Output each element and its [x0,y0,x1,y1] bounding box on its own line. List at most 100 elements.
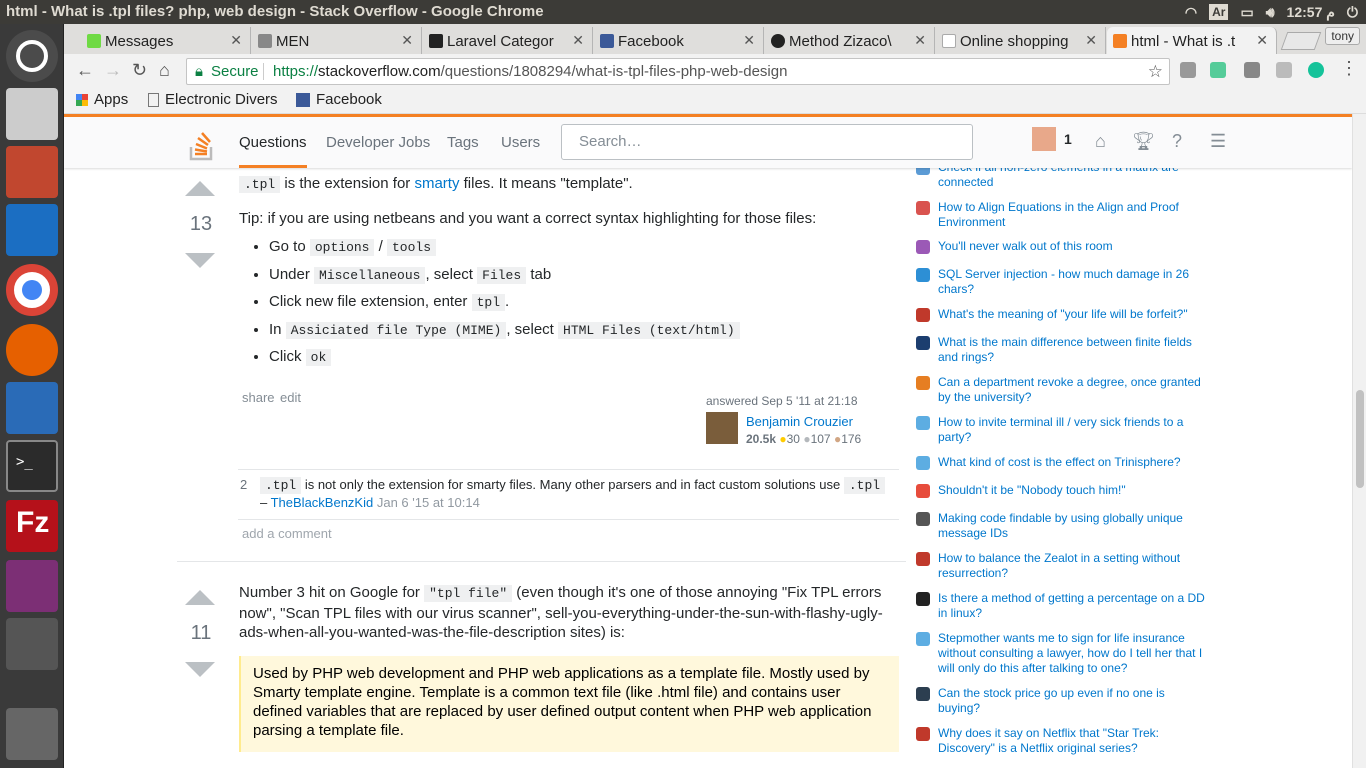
clock[interactable]: 12:57 م [1287,0,1335,24]
hot-question-link[interactable]: How to balance the Zealot in a setting w… [916,551,1208,581]
tab-online-shopping[interactable]: Online shopping ✕ [936,27,1106,54]
hot-question-link[interactable]: Is there a method of getting a percentag… [916,591,1208,621]
hot-question-link[interactable]: Shouldn't it be "Nobody touch him!" [916,483,1208,498]
hot-question-link[interactable]: You'll never walk out of this room [916,239,1208,254]
add-comment-link[interactable]: add a comment [242,526,332,541]
firefox-icon[interactable] [6,324,58,376]
close-tab-icon[interactable]: ✕ [914,32,926,49]
battery-icon[interactable]: ▭ [1240,0,1253,24]
extension-icon[interactable] [1244,62,1260,78]
close-tab-icon[interactable]: ✕ [1085,32,1097,49]
back-icon[interactable]: ← [76,60,94,81]
tab-laravel[interactable]: Laravel Categor ✕ [423,27,593,54]
tab-github[interactable]: Method Zizaco\ ✕ [765,27,935,54]
site-search-input[interactable]: Search… [561,124,973,160]
bookmark-facebook[interactable]: Facebook [296,91,382,108]
text: Go to [269,238,310,255]
url-text[interactable]: https://stackoverflow.com/questions/1808… [273,59,787,84]
vscode-icon[interactable] [6,204,58,256]
page-scrollbar[interactable] [1352,114,1366,768]
text: is not only the extension for smarty fil… [301,477,844,492]
inbox-icon[interactable]: ⌂ [1095,131,1106,152]
extension-icon[interactable] [1276,62,1292,78]
tab-men[interactable]: MEN ✕ [252,27,422,54]
avatar[interactable] [706,412,738,444]
bookmark-electronic[interactable]: Electronic Divers [148,91,284,108]
comment-author-link[interactable]: TheBlackBenzKid [271,495,374,510]
hot-question-link[interactable]: Stepmother wants me to sign for life ins… [916,631,1208,676]
upvote-button[interactable] [185,590,215,605]
home-icon[interactable]: ⌂ [159,60,170,81]
filezilla-icon[interactable]: Fz [6,500,58,552]
forward-icon[interactable]: → [104,60,122,81]
site-switcher-icon[interactable]: ☰ [1210,131,1226,152]
hot-question-link[interactable]: What's the meaning of "your life will be… [916,307,1208,322]
workspace-switcher-icon[interactable] [6,618,58,670]
answer-paragraph: Number 3 hit on Google for "tpl file" (e… [239,583,899,643]
hot-question-link[interactable]: Making code findable by using globally u… [916,511,1208,541]
downvote-button[interactable] [185,662,215,677]
close-tab-icon[interactable]: ✕ [230,32,242,49]
volume-icon[interactable]: 🔊︎ [1266,0,1275,24]
hot-question-link[interactable]: Can the stock price go up even if no one… [916,686,1208,716]
code-span: options [309,239,375,256]
nav-developer-jobs[interactable]: Developer Jobs [326,134,430,151]
help-icon[interactable]: ? [1172,131,1182,152]
url-host: stackoverflow.com [318,63,441,80]
tab-stackoverflow[interactable]: html - What is .t ✕ [1107,27,1277,54]
hot-question-title: How to balance the Zealot in a setting w… [938,551,1181,580]
new-tab-button[interactable] [1280,32,1322,50]
menu-icon[interactable]: ⋮ [1340,58,1358,79]
profile-button[interactable]: tony [1325,27,1360,45]
hot-question-link[interactable]: How to Align Equations in the Align and … [916,200,1208,230]
disk-drive-icon[interactable] [6,88,58,140]
achievements-icon[interactable]: 🏆︎ [1132,131,1155,152]
wifi-icon[interactable]: ◠ [1185,0,1197,24]
share-link[interactable]: share [242,390,275,405]
power-icon[interactable]: ⏻ [1347,0,1358,24]
scrollbar-thumb[interactable] [1356,390,1364,488]
user-name-link[interactable]: Benjamin Crouzier [746,414,853,429]
nav-users[interactable]: Users [501,134,540,151]
bookmark-star-icon[interactable]: ☆ [1148,59,1163,84]
file-manager-icon[interactable] [6,146,58,198]
close-tab-icon[interactable]: ✕ [401,32,413,49]
stackoverflow-logo-icon[interactable] [188,127,216,161]
reload-icon[interactable]: ↻ [132,60,147,81]
comment-score: 2 [240,477,248,492]
close-tab-icon[interactable]: ✕ [743,32,755,49]
hot-question-link[interactable]: What kind of cost is the effect on Trini… [916,455,1208,470]
tab-facebook[interactable]: Facebook ✕ [594,27,764,54]
hot-question-link[interactable]: How to invite terminal ill / very sick f… [916,415,1208,445]
grammarly-icon[interactable] [1308,62,1324,78]
downvote-button[interactable] [185,253,215,268]
bookmark-apps[interactable]: Apps [76,91,128,108]
smarty-link[interactable]: smarty [414,175,459,192]
site-icon [916,201,930,215]
ubuntu-dash-icon[interactable] [6,30,58,82]
extension-icon[interactable] [1210,62,1226,78]
tab-messages[interactable]: Messages ✕ [81,27,251,54]
chrome-icon[interactable] [6,264,58,316]
browser-tab-strip: Messages ✕ MEN ✕ Laravel Categor ✕ Facebook… [64,24,1366,54]
upvote-button[interactable] [185,181,215,196]
trash-icon[interactable] [6,708,58,760]
close-tab-icon[interactable]: ✕ [1256,32,1268,49]
hot-question-link[interactable]: Can a department revoke a degree, once g… [916,375,1208,405]
hot-question-link[interactable]: SQL Server injection - how much damage i… [916,267,1208,297]
extension-icon[interactable] [1180,62,1196,78]
terminal-icon[interactable]: >_ [6,440,58,492]
nav-questions[interactable]: Questions [239,134,307,168]
keyboard-layout[interactable]: Ar [1209,4,1229,20]
user-avatar[interactable] [1032,127,1056,151]
edit-link[interactable]: edit [280,390,301,405]
close-tab-icon[interactable]: ✕ [572,32,584,49]
nav-tags[interactable]: Tags [447,134,479,151]
libreoffice-writer-icon[interactable] [6,382,58,434]
blockquote: Used by PHP web development and PHP web … [239,656,899,752]
hot-question-link[interactable]: What is the main difference between fini… [916,335,1208,365]
bookmarks-bar: Apps Electronic Divers Facebook [64,88,1366,114]
address-bar[interactable]: 🔒︎ Secure https://stackoverflow.com/ques… [186,58,1170,85]
hot-question-link[interactable]: Why does it say on Netflix that "Star Tr… [916,726,1208,756]
app-icon[interactable] [6,560,58,612]
